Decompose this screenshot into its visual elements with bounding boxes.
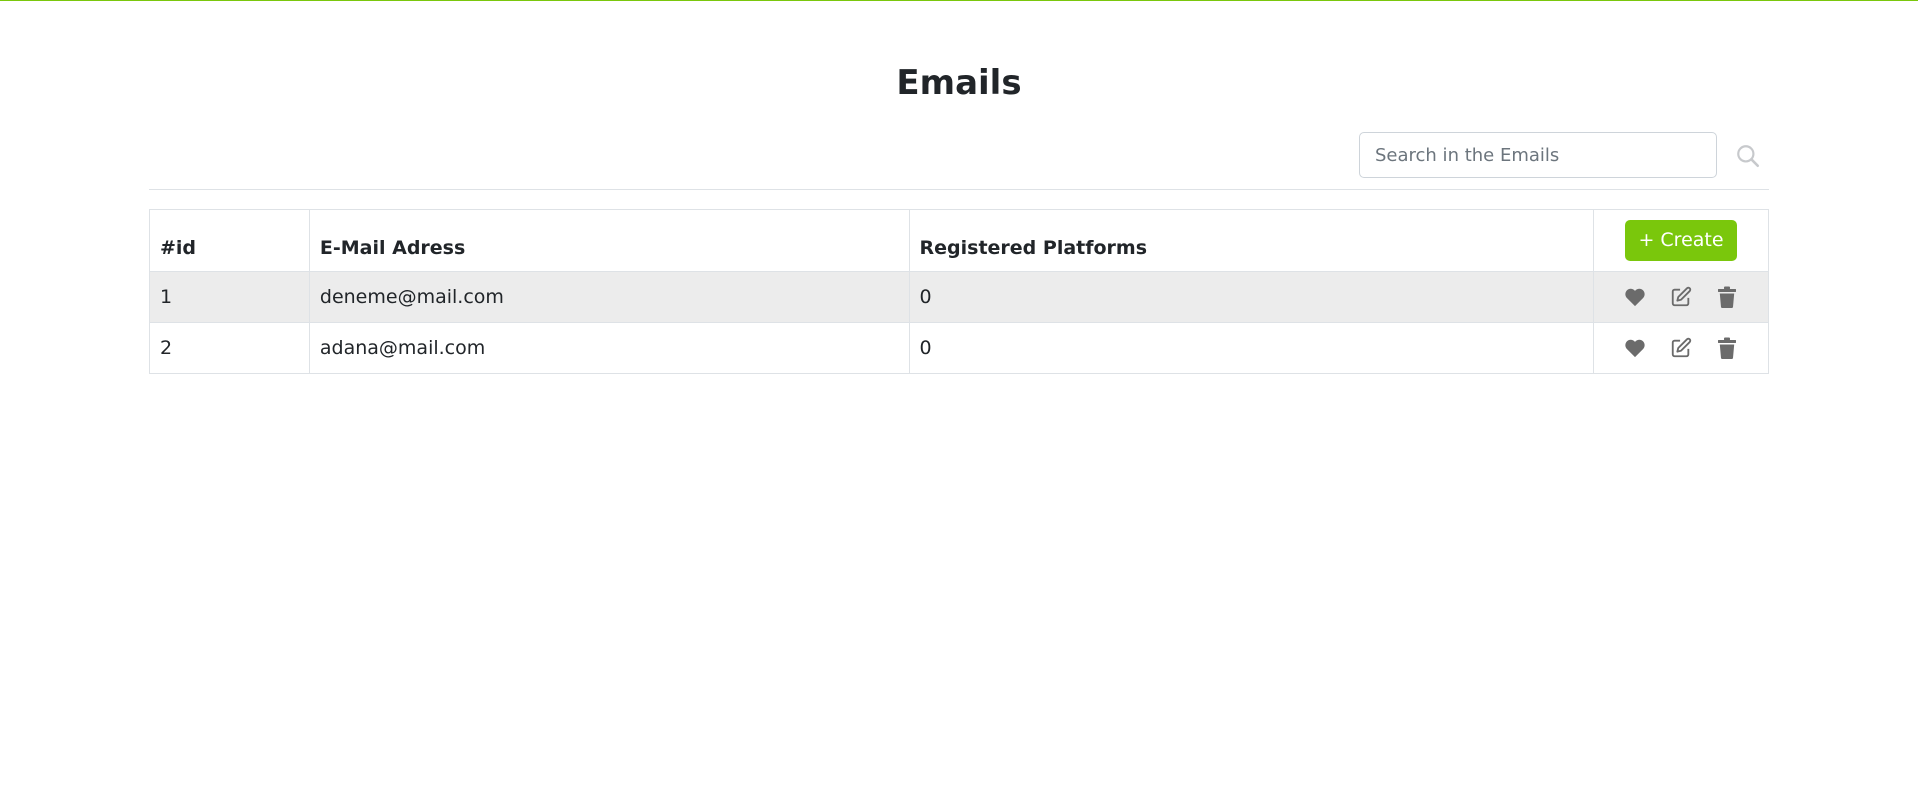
- create-button[interactable]: + Create: [1625, 220, 1737, 261]
- heart-icon[interactable]: [1624, 286, 1646, 308]
- cell-id: 1: [149, 271, 310, 323]
- header-id: #id: [149, 209, 310, 272]
- header-platforms: Registered Platforms: [908, 209, 1595, 272]
- page-title: Emails: [896, 63, 1022, 103]
- cell-email: deneme@mail.com: [308, 271, 910, 323]
- emails-table: #id E-Mail Adress Registered Platforms +…: [149, 209, 1769, 374]
- search-input[interactable]: [1359, 132, 1717, 178]
- search-icon: [1737, 145, 1760, 168]
- search-container: [1359, 132, 1717, 178]
- row-actions: [1604, 286, 1758, 308]
- table-row: 1 deneme@mail.com 0: [149, 271, 1769, 323]
- header-email: E-Mail Adress: [308, 209, 910, 272]
- cell-email: adana@mail.com: [308, 322, 910, 374]
- cell-platforms: 0: [908, 271, 1595, 323]
- cell-actions: [1593, 322, 1769, 374]
- heart-icon[interactable]: [1624, 337, 1646, 359]
- top-accent-bar: [0, 0, 1918, 1]
- search-button[interactable]: [1733, 141, 1763, 171]
- trash-icon[interactable]: [1716, 337, 1738, 359]
- cell-id: 2: [149, 322, 310, 374]
- header-divider: [149, 189, 1769, 190]
- table-header-row: #id E-Mail Adress Registered Platforms +…: [149, 209, 1769, 272]
- edit-icon[interactable]: [1670, 286, 1692, 308]
- table-row: 2 adana@mail.com 0: [149, 322, 1769, 374]
- edit-icon[interactable]: [1670, 337, 1692, 359]
- row-actions: [1604, 337, 1758, 359]
- cell-platforms: 0: [908, 322, 1595, 374]
- trash-icon[interactable]: [1716, 286, 1738, 308]
- cell-actions: [1593, 271, 1769, 323]
- header-actions: + Create: [1593, 209, 1769, 272]
